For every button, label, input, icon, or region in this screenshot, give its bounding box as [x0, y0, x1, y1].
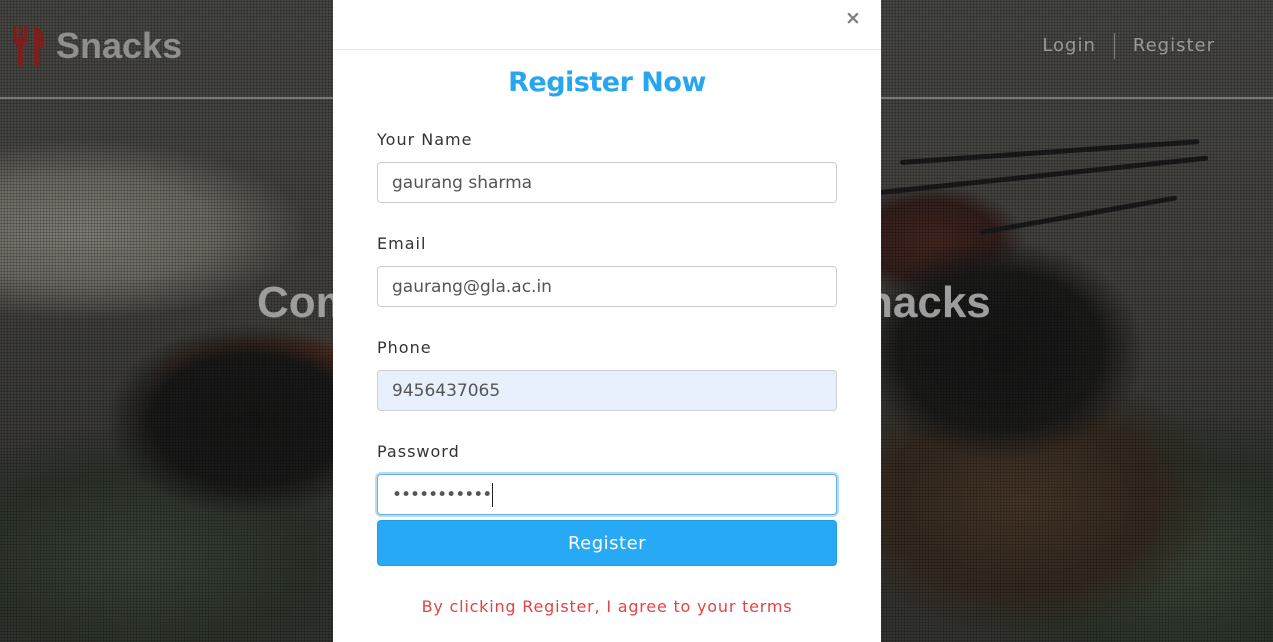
- brand-logo[interactable]: Snacks: [12, 24, 182, 68]
- text-caret: [492, 482, 494, 507]
- top-nav: Login Register: [1024, 33, 1233, 59]
- password-label: Password: [377, 442, 460, 461]
- email-label: Email: [377, 234, 427, 253]
- phone-label: Phone: [377, 338, 432, 357]
- name-label: Your Name: [377, 130, 473, 149]
- nav-login-link[interactable]: Login: [1024, 33, 1114, 59]
- register-button[interactable]: Register: [377, 520, 837, 566]
- email-value: gaurang@gla.ac.in: [392, 276, 552, 297]
- close-button[interactable]: ×: [841, 6, 865, 30]
- name-value: gaurang sharma: [392, 172, 533, 193]
- register-form: Your Name gaurang sharma Email gaurang@g…: [377, 130, 837, 515]
- password-input[interactable]: •••••••••••: [377, 474, 837, 515]
- register-button-label: Register: [567, 532, 647, 554]
- terms-text: By clicking Register, I agree to your te…: [421, 597, 793, 616]
- password-value: •••••••••••: [392, 484, 492, 505]
- brand-name: Snacks: [56, 25, 183, 66]
- hero-text-right: nacks: [866, 278, 991, 327]
- email-input[interactable]: gaurang@gla.ac.in: [377, 266, 837, 307]
- register-modal: × Register Now Your Name gaurang sharma …: [333, 0, 881, 642]
- modal-header: ×: [333, 0, 881, 50]
- phone-input[interactable]: 9456437065: [377, 370, 837, 411]
- fork-knife-icon: [14, 26, 45, 66]
- phone-value: 9456437065: [392, 380, 501, 401]
- close-icon: ×: [845, 7, 861, 29]
- name-input[interactable]: gaurang sharma: [377, 162, 837, 203]
- modal-title: Register Now: [508, 67, 706, 98]
- nav-register-link[interactable]: Register: [1115, 33, 1233, 59]
